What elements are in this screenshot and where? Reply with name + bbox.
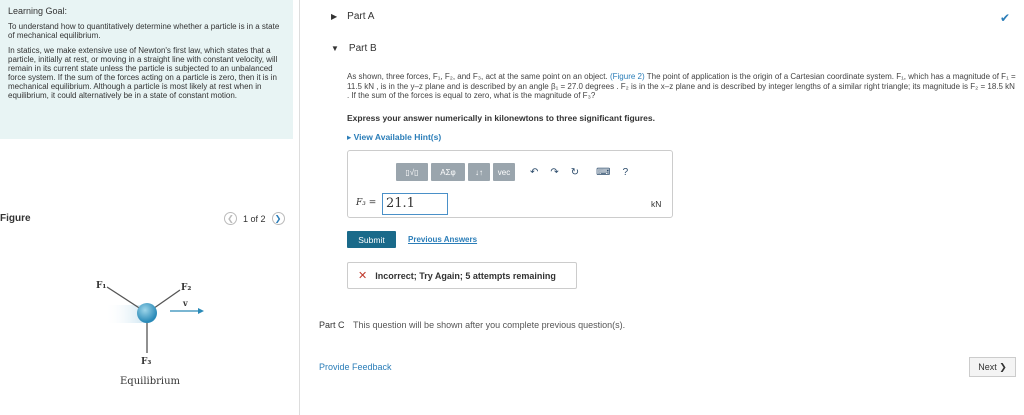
figure-title: Figure [0,213,31,224]
answer-label: F₃ = [356,198,377,208]
help-icon[interactable]: ? [623,167,629,178]
next-figure-button[interactable]: ❯ [271,212,285,225]
undo-icon[interactable]: ↶ [530,167,538,178]
part-b-header[interactable]: ▼ Part B [331,43,377,54]
f1-label: F₁ [96,281,106,291]
left-panel: Learning Goal: To understand how to quan… [0,0,300,415]
caret-right-icon: ▶ [331,12,338,21]
math-toolbar: ▯√▯ ΑΣφ ↓↑ vec ↶ ↷ ↻ ⌨ ? [396,163,628,181]
part-c-message: This question will be shown after you co… [353,320,626,330]
figure-2-link[interactable]: (Figure 2) [610,72,645,81]
figure-pager: ❮ 1 of 2 ❯ [224,212,285,225]
provide-feedback-link[interactable]: Provide Feedback [319,362,392,372]
equilibrium-figure: F₁ F₂ F₃ v [96,281,204,367]
unit-label: kN [651,199,662,209]
feedback-text: Incorrect; Try Again; 5 attempts remaini… [375,270,556,281]
answer-box: ▯√▯ ΑΣφ ↓↑ vec ↶ ↷ ↻ ⌨ ? F₃ = 21.1 [347,150,673,218]
template-button[interactable]: ▯√▯ [396,163,428,181]
feedback-message: ✕ Incorrect; Try Again; 5 attempts remai… [347,262,577,289]
velocity-arrowhead [198,308,204,314]
answer-input[interactable]: 21.1 [382,193,448,215]
subscript-button[interactable]: ↓↑ [468,163,490,181]
learning-goal-title: Learning Goal: [8,6,68,16]
incorrect-x-icon: ✕ [358,270,368,282]
caret-down-icon: ▼ [331,44,339,53]
redo-icon[interactable]: ↷ [550,167,558,178]
particle [137,303,157,323]
f3-label: F₃ [141,357,151,367]
greek-symbols-button[interactable]: ΑΣφ [431,163,465,181]
part-c: Part C This question will be shown after… [319,320,625,330]
figure-caption: Equilibrium [120,376,181,387]
learning-goal-box: Learning Goal: To understand how to quan… [0,0,293,139]
check-icon: ✔ [999,11,1010,25]
f2-label: F₂ [181,283,191,293]
submit-button[interactable]: Submit [347,231,396,248]
right-panel: ▶ Part A ✔ ▼ Part B As shown, three forc… [301,0,1024,415]
learning-goal-intro: To understand how to quantitatively dete… [8,22,280,40]
keyboard-icon[interactable]: ⌨ [596,167,610,178]
part-c-label: Part C [319,320,345,330]
prev-figure-button[interactable]: ❮ [224,212,237,225]
next-button[interactable]: Next ❯ [969,357,1016,377]
problem-text-pre: As shown, three forces, F₁, F₂, and F₃, … [347,72,610,81]
velocity-label: v [182,298,188,308]
reset-icon[interactable]: ↻ [571,167,579,178]
view-hints-link[interactable]: ▸ View Available Hint(s) [347,132,441,143]
answer-instructions: Express your answer numerically in kilon… [347,113,655,123]
previous-answers-link[interactable]: Previous Answers [408,235,477,244]
part-a-header[interactable]: ▶ Part A [331,11,374,22]
learning-goal-body: In statics, we make extensive use of New… [8,46,278,100]
problem-statement: As shown, three forces, F₁, F₂, and F₃, … [347,72,1017,101]
vector-button[interactable]: vec [493,163,515,181]
figure-page-indicator: 1 of 2 [243,213,266,224]
part-a-label: Part A [347,11,375,22]
part-b-label: Part B [348,43,377,54]
